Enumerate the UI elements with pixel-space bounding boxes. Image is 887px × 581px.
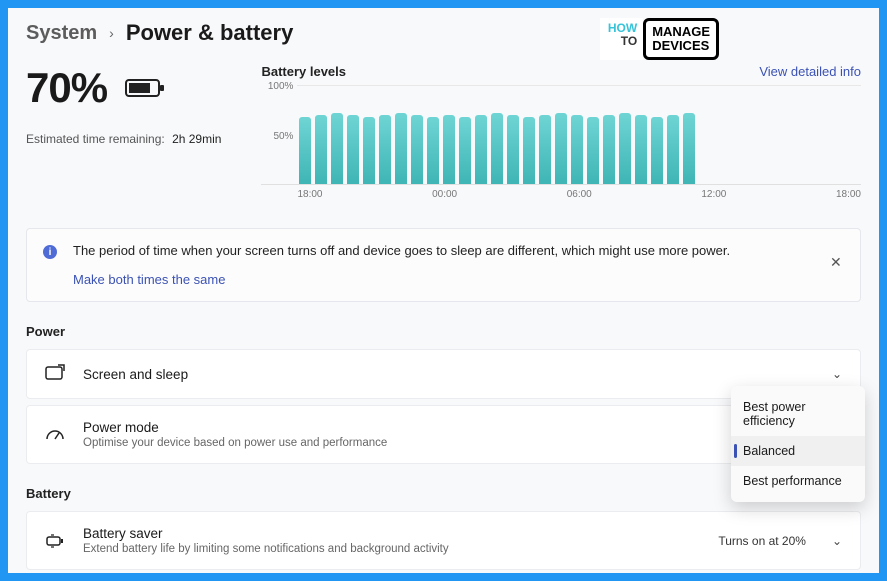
card-title: Power mode bbox=[83, 420, 842, 435]
chevron-down-icon[interactable]: ⌄ bbox=[832, 367, 842, 381]
chart-bar bbox=[315, 115, 327, 184]
battery-saver-icon bbox=[45, 531, 65, 551]
saver-threshold: Turns on at 20% bbox=[718, 534, 806, 548]
chart-bar bbox=[427, 117, 439, 184]
chart-bar bbox=[587, 117, 599, 184]
chart-bar bbox=[571, 115, 583, 184]
chevron-right-icon: › bbox=[109, 25, 114, 41]
chart-bar bbox=[619, 113, 631, 184]
chart-bar bbox=[491, 113, 503, 184]
chart-bar bbox=[347, 115, 359, 184]
chart-title: Battery levels bbox=[261, 64, 346, 79]
card-title: Screen and sleep bbox=[83, 367, 814, 382]
chart-bar bbox=[539, 115, 551, 184]
power-notice: i The period of time when your screen tu… bbox=[26, 228, 861, 302]
logo-text: MANAGE bbox=[652, 25, 710, 39]
chart-bar bbox=[603, 115, 615, 184]
info-icon: i bbox=[43, 245, 57, 259]
power-mode-option[interactable]: Balanced bbox=[731, 436, 865, 466]
chart-bar bbox=[363, 117, 375, 184]
make-same-link[interactable]: Make both times the same bbox=[73, 272, 844, 287]
battery-saver-card[interactable]: Battery saver Extend battery life by lim… bbox=[26, 511, 861, 570]
card-subtitle: Extend battery life by limiting some not… bbox=[83, 543, 700, 555]
chart-bar bbox=[683, 113, 695, 184]
chart-bar bbox=[555, 113, 567, 184]
logo-text: HOW bbox=[608, 22, 637, 35]
x-tick: 12:00 bbox=[701, 189, 726, 200]
close-icon[interactable]: ✕ bbox=[830, 255, 846, 271]
battery-percent: 70% bbox=[26, 64, 107, 112]
chart-bar bbox=[379, 115, 391, 184]
chart-bar bbox=[299, 117, 311, 184]
y-tick: 50% bbox=[273, 131, 293, 142]
chart-bar bbox=[667, 115, 679, 184]
logo-text: TO bbox=[608, 35, 637, 48]
card-subtitle: Optimise your device based on power use … bbox=[83, 437, 842, 449]
estimated-label: Estimated time remaining: bbox=[26, 132, 165, 146]
site-logo: HOW TO MANAGE DEVICES bbox=[600, 18, 719, 60]
chart-bar bbox=[635, 115, 647, 184]
power-mode-dropdown: Best power efficiencyBalancedBest perfor… bbox=[731, 386, 865, 502]
y-tick: 100% bbox=[268, 81, 294, 92]
chart-bar bbox=[651, 117, 663, 184]
view-detailed-link[interactable]: View detailed info bbox=[759, 64, 861, 79]
x-tick: 06:00 bbox=[567, 189, 592, 200]
chart-bar bbox=[507, 115, 519, 184]
logo-text: DEVICES bbox=[652, 39, 710, 53]
page-title: Power & battery bbox=[126, 20, 294, 46]
chart-bar bbox=[395, 113, 407, 184]
gauge-icon bbox=[45, 425, 65, 445]
chart-bar bbox=[523, 117, 535, 184]
breadcrumb: System › Power & battery bbox=[26, 20, 861, 46]
chart-bar bbox=[411, 115, 423, 184]
chevron-down-icon[interactable]: ⌄ bbox=[832, 534, 842, 548]
chart-bar bbox=[459, 117, 471, 184]
chart-bar bbox=[443, 115, 455, 184]
power-mode-option[interactable]: Best performance bbox=[731, 466, 865, 496]
battery-icon bbox=[125, 77, 165, 99]
section-power: Power bbox=[26, 324, 861, 339]
power-mode-option[interactable]: Best power efficiency bbox=[731, 392, 865, 436]
x-tick: 00:00 bbox=[432, 189, 457, 200]
notice-text: The period of time when your screen turn… bbox=[73, 243, 730, 258]
x-tick: 18:00 bbox=[836, 189, 861, 200]
card-title: Battery saver bbox=[83, 526, 700, 541]
x-tick: 18:00 bbox=[297, 189, 322, 200]
chart-bar bbox=[475, 115, 487, 184]
breadcrumb-parent[interactable]: System bbox=[26, 22, 97, 45]
estimated-value: 2h 29min bbox=[172, 132, 221, 146]
screen-icon bbox=[45, 364, 65, 384]
chart-bar bbox=[331, 113, 343, 184]
battery-chart: Battery levels View detailed info 100% 5… bbox=[261, 64, 861, 200]
